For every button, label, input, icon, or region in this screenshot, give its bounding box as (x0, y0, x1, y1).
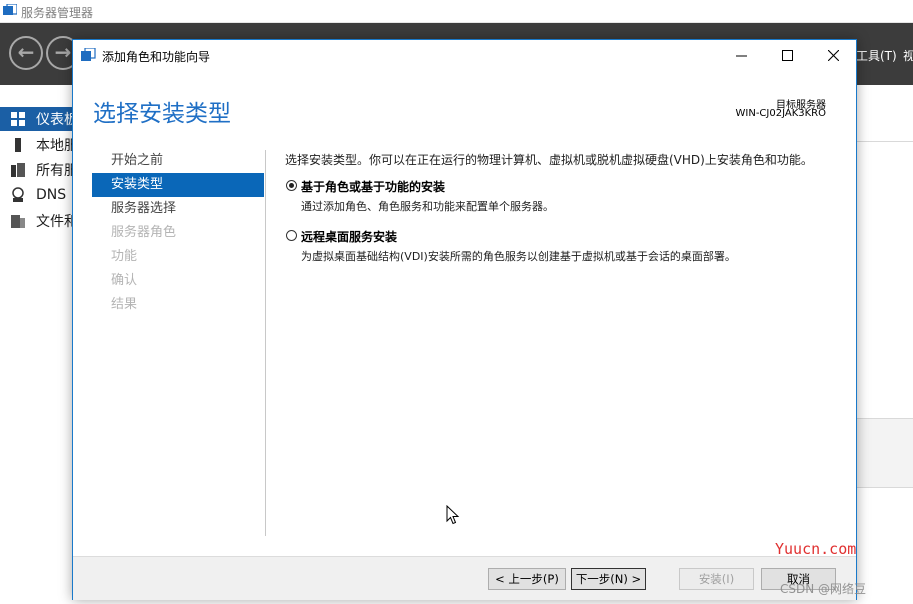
background-panel (856, 418, 913, 488)
minimize-icon (735, 55, 747, 56)
background-sidebar: 仪表板 本地服务器 所有服务器 DNS 文件和存储服务 (0, 85, 72, 604)
sidebar-item-dashboard[interactable]: 仪表板 (0, 107, 72, 131)
step-features: 功能 (111, 249, 138, 264)
file-storage-icon (11, 215, 25, 228)
wizard-steps: 开始之前 安装类型 服务器选择 服务器角色 功能 确认 结果 (92, 149, 264, 317)
sidebar-item-file-storage[interactable]: 文件和存储服务 (0, 209, 72, 233)
option-description: 为虚拟桌面基础结构(VDI)安装所需的角色服务以创建基于虚拟机或基于会话的桌面部… (301, 250, 736, 263)
server-icon (15, 138, 21, 152)
sidebar-item-local-server[interactable]: 本地服务器 (0, 133, 72, 157)
wizard-content: 选择安装类型。你可以在正在运行的物理计算机、虚拟机或脱机虚拟硬盘(VHD)上安装… (285, 149, 845, 264)
destination-server-value: WIN-CJ02JAK3KRO (735, 108, 827, 119)
sidebar-item-all-servers[interactable]: 所有服务器 (0, 158, 72, 182)
sidebar-item-dns[interactable]: DNS (0, 183, 72, 207)
sidebar-item-label: DNS (36, 187, 67, 203)
step-server-roles: 服务器角色 (111, 225, 177, 240)
previous-button[interactable]: < 上一步(P) (488, 568, 566, 590)
close-button[interactable] (810, 40, 856, 70)
maximize-button[interactable] (764, 40, 810, 70)
wizard-title: 添加角色和功能向导 (102, 50, 211, 64)
background-divider (856, 141, 913, 142)
background-titlebar: 服务器管理器 (0, 0, 913, 23)
step-confirmation: 确认 (111, 273, 138, 288)
step-server-selection[interactable]: 服务器选择 (92, 197, 264, 221)
back-arrow-icon[interactable]: ← (9, 36, 43, 70)
menu-view[interactable]: 视 (903, 47, 913, 64)
background-app-title: 服务器管理器 (21, 6, 94, 20)
sidebar-item-label: 所有服务器 (36, 163, 72, 179)
close-icon (827, 49, 839, 61)
server-manager-icon (3, 4, 17, 15)
option-title[interactable]: 远程桌面服务安装 (301, 228, 845, 245)
add-roles-wizard-dialog: 添加角色和功能向导 选择安装类型 目标服务器 WIN-CJ02JAK3KRO 开… (72, 39, 857, 600)
steps-divider (265, 150, 266, 536)
option-title[interactable]: 基于角色或基于功能的安装 (301, 178, 845, 195)
radio-remote-desktop[interactable] (286, 230, 297, 241)
servers-icon (11, 163, 25, 177)
watermark-site: Yuucn.com (775, 540, 857, 558)
intro-text: 选择安装类型。你可以在正在运行的物理计算机、虚拟机或脱机虚拟硬盘(VHD)上安装… (285, 153, 813, 167)
dashboard-icon (11, 112, 25, 126)
wizard-footer: < 上一步(P) 下一步(N) > 安装(I) 取消 (73, 556, 856, 600)
minimize-button[interactable] (718, 40, 764, 70)
radio-role-based[interactable] (286, 180, 297, 191)
install-button: 安装(I) (679, 568, 754, 590)
step-installation-type[interactable]: 安装类型 (92, 173, 264, 197)
option-description: 通过添加角色、角色服务和功能来配置单个服务器。 (301, 200, 554, 213)
sidebar-item-label: 文件和存储服务 (36, 214, 72, 230)
option-remote-desktop-install[interactable]: 远程桌面服务安装 为虚拟桌面基础结构(VDI)安装所需的角色服务以创建基于虚拟机… (285, 228, 845, 264)
maximize-icon (781, 49, 793, 61)
wizard-titlebar[interactable]: 添加角色和功能向导 (73, 40, 856, 70)
watermark-credit: CSDN @网络豆 (780, 582, 867, 596)
background-content-strip (856, 85, 913, 604)
sidebar-item-label: 仪表板 (36, 112, 72, 128)
mouse-cursor-icon (446, 505, 460, 525)
option-role-based-install[interactable]: 基于角色或基于功能的安装 通过添加角色、角色服务和功能来配置单个服务器。 (285, 178, 845, 214)
page-title: 选择安装类型 (93, 101, 231, 127)
server-manager-icon (81, 48, 96, 61)
step-results: 结果 (111, 297, 138, 312)
sidebar-item-label: 本地服务器 (36, 138, 72, 154)
menu-tools[interactable]: 工具(T) (856, 47, 897, 64)
dns-icon (12, 187, 24, 202)
step-before-you-begin[interactable]: 开始之前 (92, 149, 264, 173)
next-button[interactable]: 下一步(N) > (571, 568, 646, 590)
